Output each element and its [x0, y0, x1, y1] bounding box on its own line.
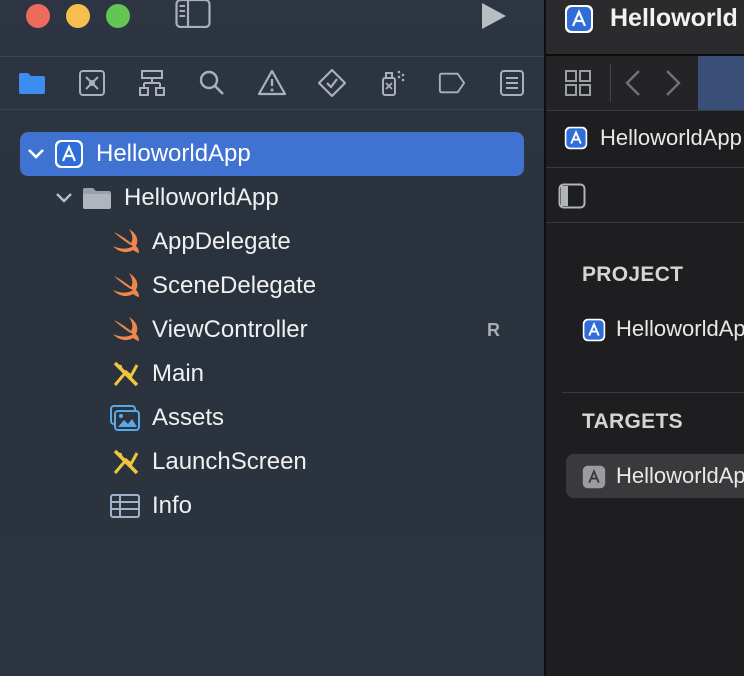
tree-row-file[interactable]: Assets: [0, 396, 544, 440]
file-label: Assets: [152, 404, 225, 431]
sidebar-toggle-icon[interactable]: [175, 0, 211, 28]
back-chevron-icon[interactable]: [624, 69, 642, 97]
app-target-icon: [582, 465, 606, 494]
breakpoint-icon[interactable]: [438, 69, 466, 97]
active-editor-tab[interactable]: [698, 56, 744, 110]
tree-row-file[interactable]: Main: [0, 352, 544, 396]
app-project-icon: [582, 318, 606, 347]
file-label: AppDelegate: [152, 228, 291, 255]
project-label: HelloworldApp: [96, 140, 251, 167]
chevron-down-icon[interactable]: [27, 145, 45, 163]
editor-pane: Helloworld HelloworldApp PROJECT Hellowo…: [546, 0, 744, 676]
report-icon[interactable]: [498, 69, 526, 97]
test-diamond-icon[interactable]: [318, 69, 346, 97]
tree-row-file[interactable]: LaunchScreen: [0, 440, 544, 484]
tree-row-file[interactable]: AppDelegate: [0, 220, 544, 264]
swift-icon: [110, 314, 142, 346]
plist-table-icon: [109, 490, 141, 522]
app-project-icon: [564, 4, 594, 39]
minimize-button[interactable]: [66, 4, 90, 28]
tree-row-file[interactable]: Info: [0, 484, 544, 528]
tree-row-project[interactable]: HelloworldApp: [0, 132, 544, 176]
target-list-item[interactable]: HelloworldAp: [616, 463, 744, 489]
swift-icon: [110, 270, 142, 302]
scheme-title[interactable]: Helloworld: [610, 4, 738, 33]
folder-icon[interactable]: [18, 69, 46, 97]
search-icon[interactable]: [198, 69, 226, 97]
window-titlebar: [0, 0, 544, 57]
targets-section-heading: TARGETS: [582, 410, 683, 433]
close-button[interactable]: [26, 4, 50, 28]
tree-row-file[interactable]: ViewController R: [0, 308, 544, 352]
assets-icon: [109, 402, 141, 434]
sidebar-toggle-icon[interactable]: [558, 183, 586, 209]
file-label: ViewController: [152, 316, 308, 343]
group-label: HelloworldApp: [124, 184, 279, 211]
storyboard-icon: [110, 446, 142, 478]
file-label: SceneDelegate: [152, 272, 317, 299]
storyboard-icon: [110, 358, 142, 390]
source-control-icon[interactable]: [78, 69, 106, 97]
warning-icon[interactable]: [258, 69, 286, 97]
project-section-heading: PROJECT: [582, 263, 684, 286]
source-control-status-badge: R: [487, 320, 500, 340]
debug-spray-icon[interactable]: [378, 69, 406, 97]
toolbar-divider: [610, 64, 611, 102]
divider: [562, 392, 744, 393]
chevron-down-icon[interactable]: [55, 189, 73, 207]
hierarchy-icon[interactable]: [138, 69, 166, 97]
swift-icon: [110, 226, 142, 258]
forward-chevron-icon[interactable]: [664, 69, 682, 97]
navigator-pane: HelloworldApp HelloworldApp AppDelegate …: [0, 0, 546, 676]
editor-titlebar: Helloworld: [546, 0, 744, 56]
zoom-button[interactable]: [106, 4, 130, 28]
file-label: Main: [152, 360, 205, 387]
tree-row-group[interactable]: HelloworldApp: [0, 176, 544, 220]
project-list-item[interactable]: HelloworldAp: [616, 316, 744, 342]
jump-bar: HelloworldApp: [546, 111, 744, 168]
editor-tab-bar: [546, 56, 744, 111]
play-icon[interactable]: [479, 2, 509, 30]
file-label: Info: [152, 492, 193, 519]
file-label: LaunchScreen: [152, 448, 307, 475]
jump-bar-project[interactable]: HelloworldApp: [600, 125, 742, 151]
app-project-icon: [564, 126, 588, 155]
divider: [546, 222, 744, 223]
navigator-selector-bar: [0, 57, 544, 110]
grid-icon[interactable]: [564, 69, 592, 97]
folder-icon: [81, 182, 113, 214]
tree-row-file[interactable]: SceneDelegate: [0, 264, 544, 308]
app-project-icon: [53, 138, 85, 170]
